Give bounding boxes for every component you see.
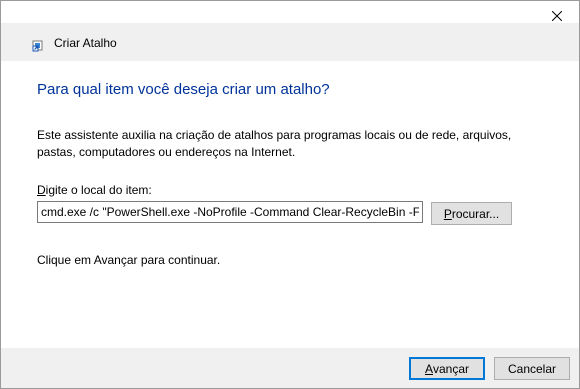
cancel-button[interactable]: Cancelar (494, 357, 570, 380)
create-shortcut-dialog: Criar Atalho Para qual item você deseja … (0, 0, 580, 389)
browse-button[interactable]: Procurar... (431, 202, 512, 225)
shortcut-icon (32, 40, 43, 52)
browse-accesskey: P (443, 206, 452, 221)
close-icon (551, 11, 562, 21)
item-location-input[interactable] (37, 201, 423, 223)
browse-label: rocurar... (451, 206, 500, 221)
location-label-text: igite o local do item: (45, 183, 152, 197)
next-label: vançar (432, 361, 470, 376)
continue-hint: Clique em Avançar para continuar. (37, 253, 221, 267)
window-title: Criar Atalho (54, 36, 117, 50)
wizard-content: Para qual item você deseja criar um atal… (1, 61, 579, 348)
location-field-label: Digite o local do item: (37, 183, 152, 197)
next-button[interactable]: Avançar (409, 357, 485, 380)
page-heading: Para qual item você deseja criar um atal… (37, 81, 330, 98)
next-accesskey: A (424, 361, 433, 376)
wizard-footer: Avançar Cancelar (1, 348, 579, 388)
wizard-description: Este assistente auxilia na criação de at… (37, 128, 512, 159)
location-label-accesskey: D (37, 183, 46, 197)
